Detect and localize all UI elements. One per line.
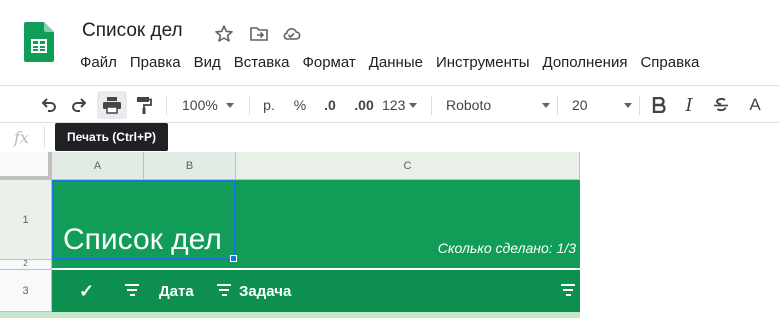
header-check[interactable]: ✓ (79, 270, 94, 312)
zoom-select[interactable]: 100% (176, 91, 242, 119)
next-row-strip (0, 312, 580, 318)
column-header-c[interactable]: C (236, 152, 580, 180)
print-button[interactable] (97, 91, 127, 119)
formula-bar-divider (44, 126, 45, 148)
font-size-value: 20 (572, 97, 588, 113)
redo-icon (72, 98, 87, 112)
column-header-a[interactable]: A (52, 152, 144, 180)
row-header-1[interactable]: 1 (0, 180, 52, 260)
toolbar-divider (166, 96, 167, 115)
paint-format-button[interactable] (131, 91, 157, 119)
row-header-3[interactable]: 3 (0, 270, 52, 312)
select-all-corner[interactable] (0, 152, 52, 180)
percent-format-button[interactable]: % (290, 91, 310, 119)
cloud-saved-icon[interactable] (281, 24, 301, 44)
menu-tools[interactable]: Инструменты (430, 52, 537, 76)
more-formats-select[interactable]: 123 (382, 91, 428, 119)
toolbar: 100% р. % .0 .00 123 Roboto 20 I A (0, 85, 779, 123)
document-title[interactable]: Список дел (82, 20, 183, 42)
fill-handle[interactable] (230, 255, 237, 262)
filter-icon[interactable] (560, 284, 576, 298)
print-tooltip: Печать (Ctrl+P) (55, 123, 168, 151)
column-header-b[interactable]: B (144, 152, 236, 180)
toolbar-divider (639, 96, 640, 115)
chevron-down-icon (542, 102, 550, 108)
italic-button[interactable]: I (678, 91, 700, 119)
toolbar-divider (249, 96, 250, 115)
progress-status[interactable]: Сколько сделано: 1/3 (438, 240, 576, 256)
text-color-button[interactable]: A (744, 91, 766, 119)
empty-grid-area (580, 152, 779, 318)
font-family-select[interactable]: Roboto (440, 91, 550, 119)
decrease-decimals-button[interactable]: .0 (318, 91, 342, 119)
toolbar-divider (557, 96, 558, 115)
row-header-2[interactable]: 2 (0, 260, 52, 270)
cell-selection (52, 180, 236, 260)
header-task[interactable]: Задача (239, 270, 291, 312)
chevron-down-icon (225, 102, 234, 108)
menu-insert[interactable]: Вставка (228, 52, 297, 76)
spreadsheet-app: Список дел Файл Правка Вид Вставка Форма… (0, 0, 779, 318)
menu-addons[interactable]: Дополнения (537, 52, 635, 76)
menu-format[interactable]: Формат (296, 52, 362, 76)
zoom-value: 100% (182, 97, 218, 113)
menu-data[interactable]: Данные (363, 52, 430, 76)
strikethrough-icon (714, 97, 728, 112)
currency-format-button[interactable]: р. (257, 91, 281, 119)
header-date[interactable]: Дата (159, 270, 194, 312)
font-size-select[interactable]: 20 (566, 91, 632, 119)
filter-icon[interactable] (216, 284, 232, 298)
strikethrough-button[interactable] (709, 91, 733, 119)
menu-edit[interactable]: Правка (124, 52, 188, 76)
chevron-down-icon (409, 102, 418, 108)
undo-button[interactable] (36, 91, 62, 119)
star-icon[interactable] (214, 24, 234, 44)
chevron-down-icon (624, 102, 632, 108)
table-header-row: ✓ Дата Задача (52, 270, 580, 312)
formula-fx-icon: fx (14, 128, 29, 147)
toolbar-divider (431, 96, 432, 115)
sheets-logo-icon[interactable] (24, 22, 54, 62)
print-icon (103, 97, 121, 114)
filter-icon[interactable] (124, 284, 140, 298)
undo-icon (41, 98, 56, 112)
move-folder-icon[interactable] (249, 24, 269, 44)
paint-format-icon (137, 97, 152, 114)
bold-button[interactable] (648, 91, 670, 119)
menu-help[interactable]: Справка (634, 52, 706, 76)
redo-button[interactable] (66, 91, 92, 119)
menu-file[interactable]: Файл (74, 52, 124, 76)
more-formats-label: 123 (382, 97, 406, 113)
bold-icon (652, 97, 666, 113)
menu-view[interactable]: Вид (188, 52, 228, 76)
menu-bar: Файл Правка Вид Вставка Формат Данные Ин… (74, 52, 706, 76)
font-family-value: Roboto (446, 97, 492, 113)
increase-decimals-button[interactable]: .00 (351, 91, 377, 119)
